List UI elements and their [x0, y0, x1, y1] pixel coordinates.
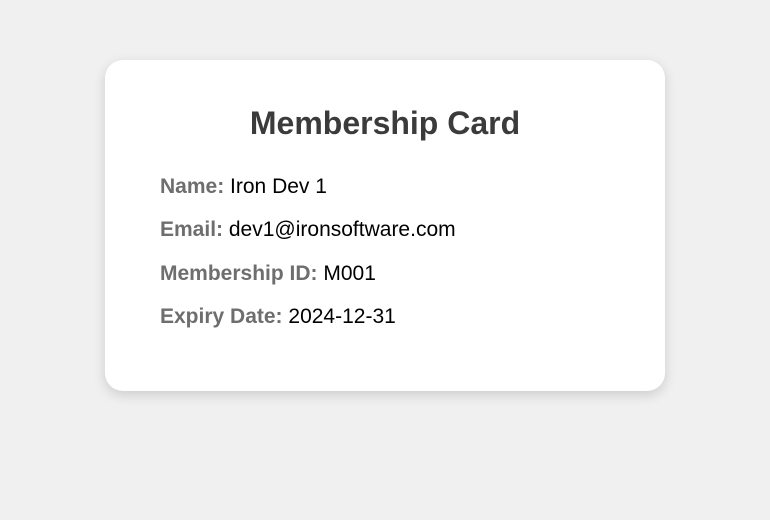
email-label: Email: [160, 218, 223, 241]
name-value: Iron Dev 1 [230, 175, 327, 198]
membership-card: Membership Card Name: Iron Dev 1 Email: … [105, 60, 665, 391]
expiry-date-value: 2024-12-31 [288, 305, 395, 328]
name-row: Name: Iron Dev 1 [160, 172, 610, 201]
membership-id-value: M001 [323, 262, 376, 285]
expiry-date-row: Expiry Date: 2024-12-31 [160, 302, 610, 331]
email-row: Email: dev1@ironsoftware.com [160, 215, 610, 244]
email-value: dev1@ironsoftware.com [229, 218, 456, 241]
name-label: Name: [160, 175, 224, 198]
expiry-date-label: Expiry Date: [160, 305, 283, 328]
card-title: Membership Card [160, 105, 610, 142]
membership-id-row: Membership ID: M001 [160, 259, 610, 288]
membership-id-label: Membership ID: [160, 262, 318, 285]
